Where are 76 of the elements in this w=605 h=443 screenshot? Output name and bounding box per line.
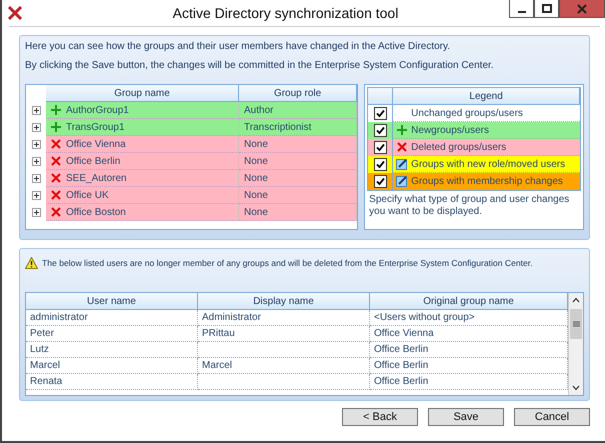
group-name: AuthorGroup1 bbox=[66, 104, 129, 116]
column-header[interactable]: Display name bbox=[198, 293, 370, 310]
cross-icon bbox=[51, 207, 61, 217]
checkbox[interactable] bbox=[374, 141, 387, 154]
group-name: Office UK bbox=[66, 190, 109, 200]
table-cell: None bbox=[239, 204, 358, 221]
table-cell: Renata bbox=[26, 374, 198, 390]
group-name: Office Berlin bbox=[66, 156, 120, 166]
cross-icon bbox=[397, 142, 408, 152]
table-cell: Peter bbox=[26, 326, 198, 342]
legend-label: Deleted groups/users bbox=[411, 142, 506, 152]
warning-icon bbox=[25, 257, 38, 269]
table-cell: PRittau bbox=[198, 326, 370, 342]
scrollbar[interactable] bbox=[568, 293, 583, 395]
checkbox[interactable] bbox=[374, 158, 387, 171]
table-cell: None bbox=[239, 136, 358, 153]
table-cell: None bbox=[239, 187, 358, 204]
legend-label: Newgroups/users bbox=[411, 124, 489, 136]
app-logo-icon bbox=[8, 6, 22, 20]
cross-icon bbox=[51, 190, 61, 200]
cross-icon bbox=[51, 156, 61, 166]
cross-icon bbox=[51, 173, 61, 183]
checkbox[interactable] bbox=[374, 175, 387, 188]
checkbox[interactable] bbox=[374, 124, 387, 137]
minimize-button[interactable] bbox=[509, 0, 534, 18]
expand-icon[interactable] bbox=[32, 106, 40, 115]
maximize-button[interactable] bbox=[534, 0, 559, 18]
hint-text: Specify what type of group and user changes you want to be displayed. bbox=[368, 194, 570, 218]
table-cell: Marcel bbox=[26, 358, 198, 374]
plus-icon bbox=[397, 125, 408, 135]
column-header[interactable]: Group name bbox=[46, 85, 239, 102]
plus-icon bbox=[51, 105, 61, 115]
group-name: TransGroup1 bbox=[66, 122, 125, 132]
intro-text: By clicking the Save button, the changes will be committed in the Enterprise System Configuration Center. bbox=[25, 60, 495, 71]
expand-icon[interactable] bbox=[32, 208, 40, 217]
cross-icon bbox=[51, 139, 61, 149]
table-cell: Transcriptionist bbox=[239, 119, 358, 136]
column-header: Legend bbox=[393, 88, 580, 105]
scrollbar-thumb[interactable] bbox=[570, 309, 582, 339]
expand-icon[interactable] bbox=[32, 174, 40, 183]
group-name: Office Vienna bbox=[66, 138, 126, 150]
table-cell: Administrator bbox=[198, 310, 370, 326]
column-header[interactable]: User name bbox=[26, 293, 198, 310]
expand-icon[interactable] bbox=[32, 123, 40, 132]
table-cell: None bbox=[239, 153, 358, 170]
expand-icon[interactable] bbox=[32, 157, 40, 166]
maximize-icon bbox=[542, 4, 552, 14]
edit-icon bbox=[396, 175, 408, 187]
edit-icon bbox=[396, 158, 408, 170]
table-cell: administrator bbox=[26, 310, 198, 326]
window-title: Active Directory synchronization tool bbox=[172, 5, 400, 21]
legend-label: Groups with new role/moved users bbox=[411, 158, 566, 170]
plus-icon bbox=[51, 122, 61, 132]
minimize-icon bbox=[518, 10, 526, 12]
warning-text: The below listed users are no longer member of any groups and will be deleted from the Enterprise System Configuration Center. bbox=[42, 258, 533, 268]
dialog-button[interactable]: Cancel bbox=[514, 408, 590, 426]
group-name: Office Boston bbox=[66, 206, 126, 218]
close-icon bbox=[577, 4, 587, 14]
intro-text: Here you can see how the groups and their user members have changed in the Active Directory. bbox=[25, 41, 452, 52]
table-cell: Author bbox=[239, 102, 358, 119]
group-name: SEE_Autoren bbox=[66, 172, 127, 184]
expand-icon[interactable] bbox=[32, 191, 40, 200]
close-button[interactable] bbox=[559, 0, 605, 18]
expand-icon[interactable] bbox=[32, 140, 40, 149]
column-header[interactable]: Original group name bbox=[370, 293, 568, 310]
table-cell: Lutz bbox=[26, 342, 198, 358]
checkbox[interactable] bbox=[374, 107, 387, 120]
table-cell: None bbox=[239, 170, 358, 187]
legend-label: Unchanged groups/users bbox=[411, 108, 523, 118]
column-header[interactable]: Group role bbox=[239, 85, 358, 102]
scroll-up-icon[interactable] bbox=[572, 297, 580, 303]
dialog-button[interactable]: Save bbox=[428, 408, 504, 426]
legend-label: Groups with membership changes bbox=[411, 176, 563, 186]
scroll-down-icon[interactable] bbox=[572, 385, 580, 391]
dialog-button[interactable]: < Back bbox=[342, 408, 418, 426]
table-cell: Marcel bbox=[198, 358, 370, 374]
